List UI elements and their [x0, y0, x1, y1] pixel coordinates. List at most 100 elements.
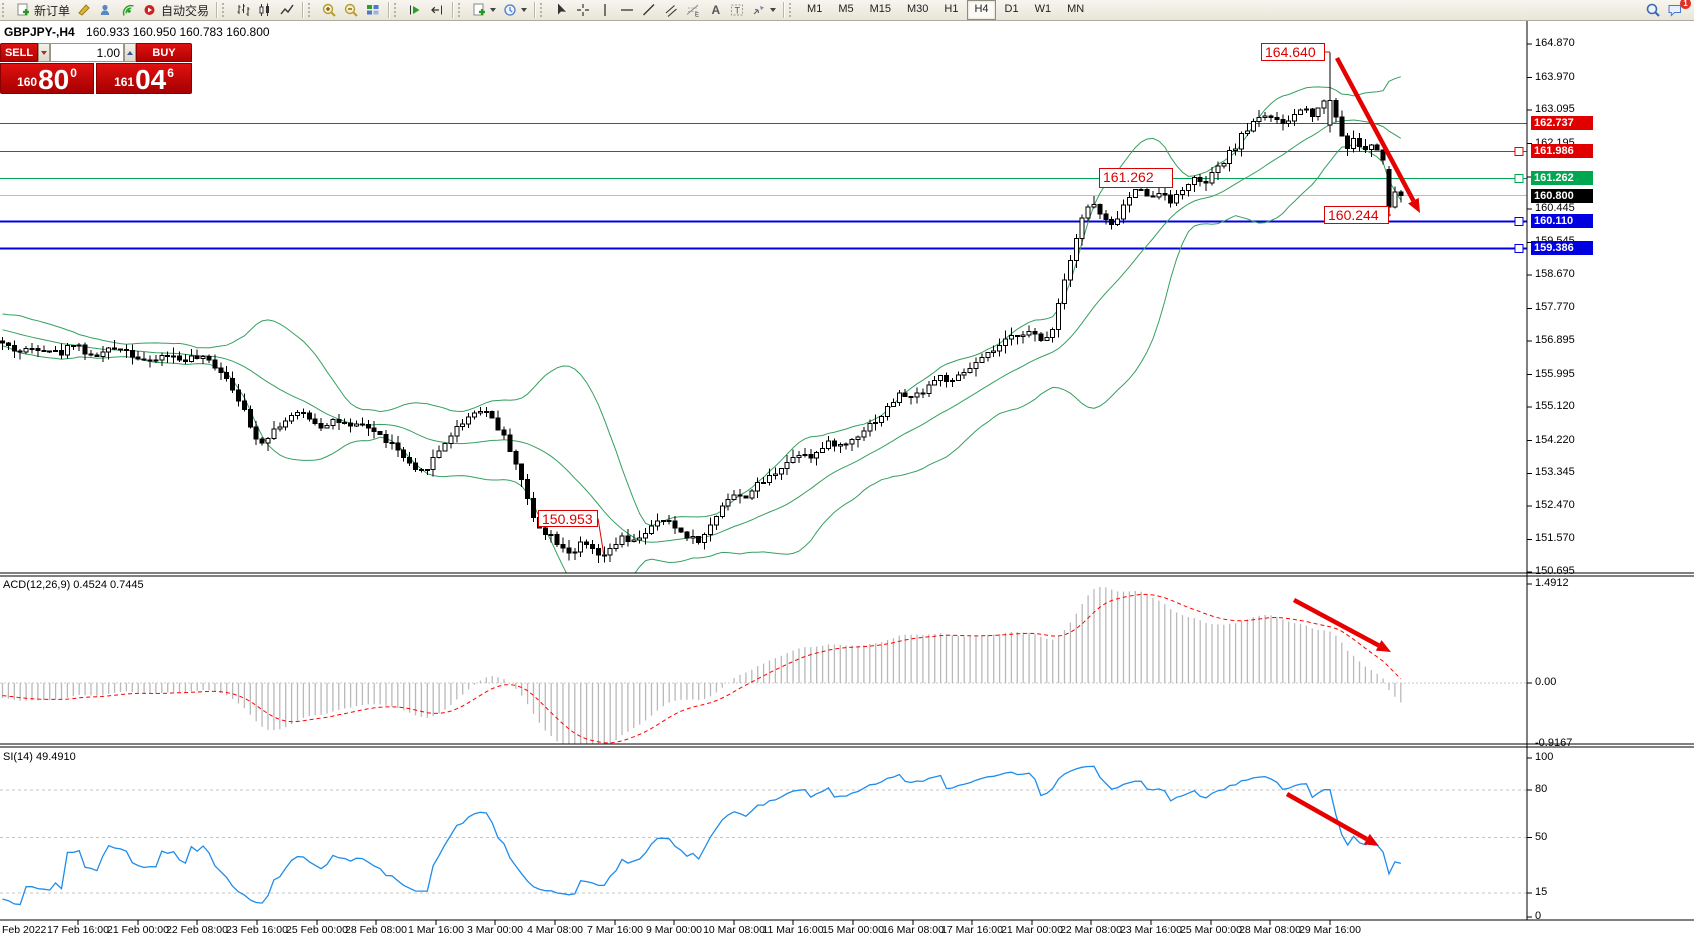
candle [809, 449, 813, 463]
toolbar-grip[interactable] [540, 3, 546, 17]
autotrading-button-label: 自动交易 [161, 2, 209, 19]
candle [1369, 144, 1373, 157]
text-label-icon[interactable]: T [726, 1, 748, 19]
objects-icon[interactable] [73, 1, 95, 19]
search-icon[interactable] [1642, 1, 1664, 19]
candle [909, 396, 913, 404]
hline-anchor-square[interactable] [1515, 217, 1523, 225]
sell-button[interactable]: SELL [0, 43, 38, 62]
buy-button[interactable]: BUY [136, 43, 192, 62]
candle [537, 517, 541, 529]
timeframe-button-m1[interactable]: M1 [800, 0, 829, 20]
toolbar-grip[interactable] [458, 3, 464, 17]
chart-canvas[interactable] [0, 0, 1694, 941]
horizontal-line-icon[interactable] [616, 1, 638, 19]
zoom-out-icon[interactable] [340, 1, 362, 19]
text-icon[interactable]: A [704, 1, 726, 19]
candlestick-icon[interactable] [254, 1, 276, 19]
auto-scroll-icon[interactable] [404, 1, 426, 19]
candle [1358, 133, 1362, 152]
timeframe-button-h4[interactable]: H4 [967, 0, 995, 20]
candle [549, 530, 553, 543]
volume-input[interactable] [50, 43, 124, 62]
market-watch-icon[interactable] [95, 1, 117, 19]
toolbar-grip[interactable] [222, 3, 228, 17]
chart-shift-icon[interactable] [426, 1, 448, 19]
signals-icon[interactable] [117, 1, 139, 19]
main-toolbar: 新订单 自动交易 EAT M1M5M15M30H1H4D1W1MN 1 [0, 0, 1694, 21]
candle [355, 420, 359, 427]
candle [573, 548, 577, 560]
toolbar-grip[interactable] [2, 3, 8, 17]
candle [673, 516, 677, 534]
timeframe-button-m15[interactable]: M15 [863, 0, 898, 20]
candle [396, 436, 400, 457]
hline-anchor-square[interactable] [1515, 147, 1523, 155]
trendline-icon[interactable] [638, 1, 660, 19]
timeframe-button-m5[interactable]: M5 [831, 0, 860, 20]
new-order-button[interactable]: 新订单 [12, 1, 73, 19]
autotrading-button[interactable]: 自动交易 [139, 1, 212, 19]
candle [732, 490, 736, 500]
candle [1045, 331, 1049, 341]
hline-anchor-square[interactable] [1515, 244, 1523, 252]
toolbar-right-icons: 1 [1642, 1, 1694, 19]
new-chart-icon[interactable] [468, 1, 499, 19]
equidistant-channel-icon[interactable] [660, 1, 682, 19]
candle [1304, 106, 1308, 113]
zoom-in-icon[interactable] [318, 1, 340, 19]
svg-text:T: T [735, 6, 741, 16]
toolbar-grip[interactable] [394, 3, 400, 17]
candle [130, 345, 134, 365]
vertical-line-icon[interactable] [594, 1, 616, 19]
bar-chart-icon[interactable] [232, 1, 254, 19]
line-chart-icon[interactable] [276, 1, 298, 19]
timeframe-button-h1[interactable]: H1 [937, 0, 965, 20]
candle [697, 536, 701, 545]
candle [714, 515, 718, 530]
candle [520, 463, 524, 487]
candle [915, 388, 919, 404]
buy-price-display[interactable]: 161046 [96, 63, 192, 94]
hline-anchor-square[interactable] [1515, 174, 1523, 182]
macd-down-arrow[interactable] [1294, 600, 1391, 652]
candle [1163, 187, 1167, 200]
toolbar-grip[interactable] [789, 3, 795, 17]
candle [1063, 274, 1067, 310]
tile-windows-icon[interactable] [362, 1, 384, 19]
volume-dropdown[interactable] [38, 43, 50, 62]
candle [360, 418, 364, 427]
period-icon[interactable] [499, 1, 530, 19]
toolbar-grip[interactable] [308, 3, 314, 17]
volume-stepper-up[interactable] [124, 43, 136, 62]
sell-price-display[interactable]: 160800 [0, 63, 94, 94]
candle [30, 343, 34, 354]
candle [691, 529, 695, 543]
candle [278, 422, 282, 431]
fibonacci-icon[interactable]: E [682, 1, 704, 19]
candle [1110, 216, 1114, 229]
candle [1399, 190, 1403, 202]
candle [620, 532, 624, 547]
candle [231, 371, 235, 393]
timeframe-button-d1[interactable]: D1 [998, 0, 1026, 20]
candle [1275, 112, 1279, 124]
candle [172, 348, 176, 364]
timeframe-button-w1[interactable]: W1 [1028, 0, 1059, 20]
candle [1328, 53, 1332, 133]
candle [48, 350, 52, 353]
candle [685, 531, 689, 541]
candle [1346, 133, 1350, 156]
candle [1057, 298, 1061, 337]
notifications-icon[interactable]: 1 [1664, 1, 1686, 19]
arrows-icon[interactable] [748, 1, 779, 19]
crosshair-icon[interactable] [572, 1, 594, 19]
candle [408, 452, 412, 466]
candle [467, 413, 471, 428]
timeframe-button-m30[interactable]: M30 [900, 0, 935, 20]
cursor-icon[interactable] [550, 1, 572, 19]
timeframe-button-mn[interactable]: MN [1060, 0, 1091, 20]
chevron-down-icon [521, 8, 527, 12]
chevron-down-icon [490, 8, 496, 12]
candle [1299, 109, 1303, 115]
